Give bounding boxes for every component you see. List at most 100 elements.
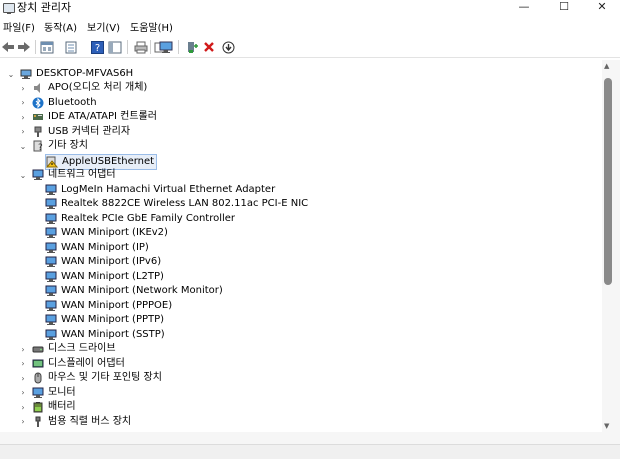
- tree-item-label: WAN Miniport (PPTP): [61, 314, 165, 325]
- svg-text:?: ?: [38, 143, 43, 152]
- chevron-down-icon[interactable]: ⌄: [18, 142, 28, 151]
- close-button[interactable]: ✕: [584, 0, 620, 14]
- warning-device-icon: [46, 156, 58, 168]
- tree-item-label: APO(오디오 처리 개체): [48, 82, 148, 93]
- chevron-down-icon[interactable]: ⌄: [18, 171, 28, 180]
- tree-item-label: LogMeIn Hamachi Virtual Ethernet Adapter: [61, 183, 276, 195]
- chevron-right-icon[interactable]: ›: [18, 417, 28, 426]
- tree-category-item[interactable]: ⌄ 네트워크 어댑터: [18, 168, 116, 182]
- network-adapter-icon: [45, 271, 57, 283]
- vertical-scroll-thumb[interactable]: [604, 78, 612, 285]
- scroll-up-icon[interactable]: ▲: [604, 62, 609, 70]
- scroll-down-icon[interactable]: ▼: [604, 422, 609, 430]
- tree-item-label: 디스플레이 어댑터: [48, 357, 125, 369]
- back-icon[interactable]: [0, 39, 16, 55]
- tree-child-item[interactable]: WAN Miniport (PPPOE): [45, 299, 172, 313]
- device-manager-app-icon: [3, 3, 15, 14]
- tree-item-label: Realtek 8822CE Wireless LAN 802.11ac PCI…: [61, 198, 309, 209]
- network-adapter-icon: [45, 256, 57, 268]
- menu-file[interactable]: 파일(F): [3, 22, 35, 35]
- tree-item-label: WAN Miniport (SSTP): [61, 328, 165, 340]
- chevron-right-icon[interactable]: ›: [18, 388, 28, 397]
- chevron-right-icon[interactable]: ›: [18, 127, 28, 136]
- tree-category-item[interactable]: › 범용 직렬 버스 장치: [18, 415, 131, 429]
- details-icon[interactable]: [63, 39, 79, 55]
- tree-item-label: 디스크 드라이브: [48, 343, 116, 354]
- tree-child-item[interactable]: LogMeIn Hamachi Virtual Ethernet Adapter: [45, 183, 275, 197]
- tree-category-item[interactable]: › Bluetooth: [18, 96, 97, 110]
- computer-icon: [20, 68, 32, 80]
- add-driver-icon[interactable]: [184, 39, 200, 55]
- tree-child-item[interactable]: WAN Miniport (PPTP): [45, 313, 164, 327]
- network-icon: [32, 169, 44, 181]
- tree-item-label: 기타 장치: [48, 140, 88, 151]
- chevron-right-icon[interactable]: ›: [18, 113, 28, 122]
- network-adapter-icon: [45, 227, 57, 239]
- uninstall-icon[interactable]: [201, 39, 217, 55]
- tree-root-computer[interactable]: ⌄ DESKTOP-MFVAS6H: [6, 67, 134, 81]
- forward-icon[interactable]: [16, 39, 32, 55]
- usb-icon: [32, 126, 44, 138]
- network-adapter-icon: [45, 242, 57, 254]
- usb-device-icon: [32, 416, 44, 428]
- chevron-down-icon[interactable]: ⌄: [6, 70, 16, 79]
- tree-item-label: WAN Miniport (IP): [61, 241, 149, 253]
- chevron-right-icon[interactable]: ›: [18, 98, 28, 107]
- tree-child-item[interactable]: WAN Miniport (Network Monitor): [45, 284, 223, 298]
- chevron-right-icon[interactable]: ›: [18, 84, 28, 93]
- tree-category-item[interactable]: › 디스크 드라이브: [18, 342, 116, 356]
- tree-category-item[interactable]: › 배터리: [18, 400, 76, 414]
- tree-category-item[interactable]: › 디스플레이 어댑터: [18, 357, 125, 371]
- menu-help[interactable]: 도움말(H): [130, 22, 173, 35]
- network-adapter-icon: [45, 314, 57, 326]
- properties-view-icon[interactable]: [39, 39, 55, 55]
- tree-child-item[interactable]: WAN Miniport (IP): [45, 241, 149, 255]
- tree-category-item[interactable]: › APO(오디오 처리 개체): [18, 81, 147, 95]
- horizontal-scrollbar[interactable]: [0, 432, 620, 444]
- tree-item-label: 배터리: [48, 401, 76, 412]
- monitor-icon: [32, 387, 44, 399]
- other-device-icon: ?: [32, 140, 44, 152]
- menu-action[interactable]: 동작(A): [44, 22, 77, 35]
- tree-child-item[interactable]: WAN Miniport (SSTP): [45, 328, 165, 342]
- toolbar-separator: [150, 40, 151, 54]
- tree-item-label: AppleUSBEthernet: [62, 155, 155, 167]
- tree-category-item[interactable]: › 모니터: [18, 386, 76, 400]
- monitor-icon[interactable]: [158, 39, 174, 55]
- menu-view[interactable]: 보기(V): [87, 22, 120, 35]
- tree-item-label: Bluetooth: [48, 96, 97, 108]
- tree-category-item[interactable]: ⌄? 기타 장치: [18, 139, 88, 153]
- tree-child-item[interactable]: Realtek 8822CE Wireless LAN 802.11ac PCI…: [45, 197, 308, 211]
- chevron-right-icon[interactable]: ›: [18, 359, 28, 368]
- tree-item-label: WAN Miniport (Network Monitor): [61, 285, 223, 296]
- tree-item-label: WAN Miniport (IPv6): [61, 256, 162, 267]
- tree-child-item[interactable]: Realtek PCIe GbE Family Controller: [45, 212, 235, 226]
- tree-category-item[interactable]: › 마우스 및 기타 포인팅 장치: [18, 371, 162, 385]
- network-adapter-icon: [45, 198, 57, 210]
- menu-bar: 파일(F) 동작(A) 보기(V) 도움말(H): [0, 20, 620, 36]
- help-icon[interactable]: ?: [89, 39, 105, 55]
- toolbar-separator: [35, 40, 36, 54]
- mouse-icon: [32, 372, 44, 384]
- toggle-view-icon[interactable]: [107, 39, 123, 55]
- toolbar-separator: [178, 40, 179, 54]
- download-icon[interactable]: [220, 39, 236, 55]
- chevron-right-icon[interactable]: ›: [18, 403, 28, 412]
- chevron-right-icon[interactable]: ›: [18, 374, 28, 383]
- maximize-button[interactable]: ☐: [546, 0, 582, 14]
- speaker-icon: [32, 82, 44, 94]
- tree-item-label: 마우스 및 기타 포인팅 장치: [48, 372, 162, 383]
- minimize-button[interactable]: —: [506, 0, 542, 14]
- tree-child-item[interactable]: WAN Miniport (IKEv2): [45, 226, 168, 240]
- title-bar: 장치 관리자 — ☐ ✕: [0, 0, 620, 18]
- network-adapter-icon: [45, 300, 57, 312]
- svg-text:?: ?: [94, 43, 99, 54]
- tree-category-item[interactable]: › USB 커넥터 관리자: [18, 125, 130, 139]
- tree-child-item[interactable]: WAN Miniport (IPv6): [45, 255, 161, 269]
- network-adapter-icon: [45, 329, 57, 341]
- print-icon[interactable]: [133, 39, 149, 55]
- chevron-right-icon[interactable]: ›: [18, 345, 28, 354]
- tree-child-item[interactable]: WAN Miniport (L2TP): [45, 270, 164, 284]
- tree-item-label: 네트워크 어댑터: [48, 169, 116, 180]
- tree-category-item[interactable]: › IDE ATA/ATAPI 컨트롤러: [18, 110, 157, 124]
